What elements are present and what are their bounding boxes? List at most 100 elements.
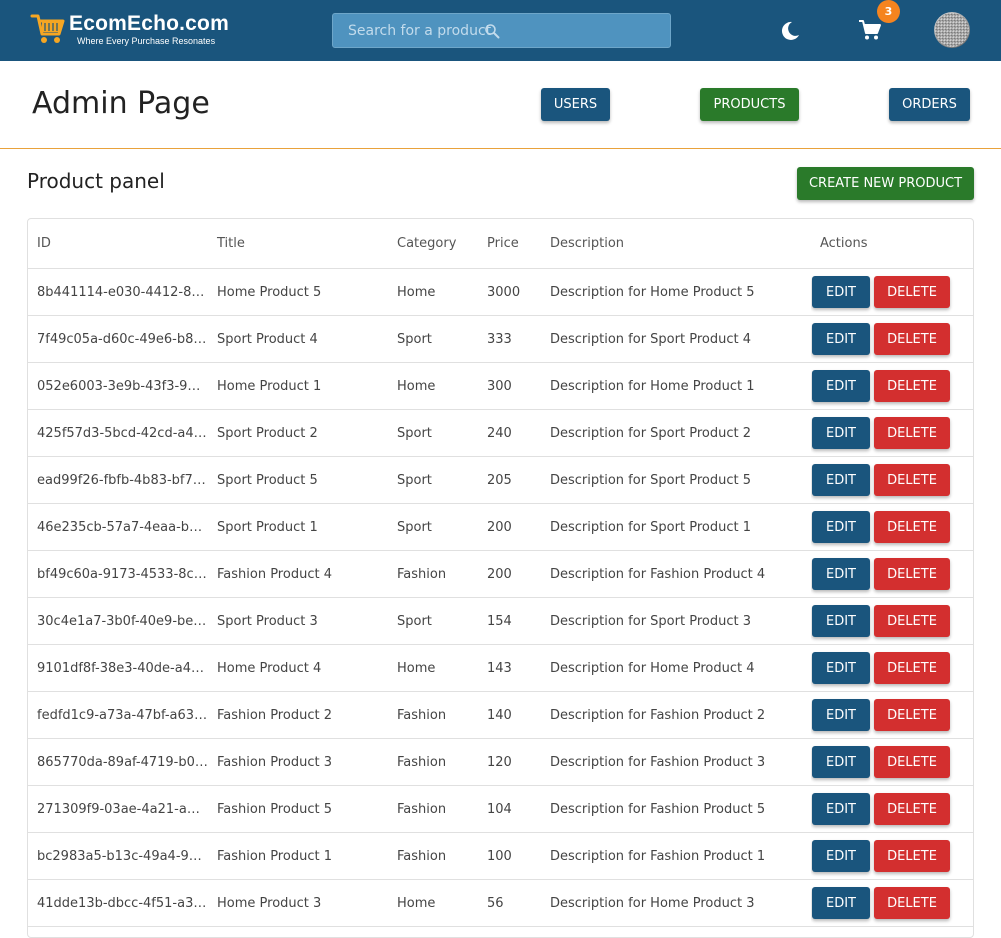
table-row: 425f57d3-5bcd-42cd-a4… Sport Product 2 Spo… [28,409,973,457]
edit-button[interactable]: EDIT [812,746,870,778]
table-row: 271309f9-03ae-4a21-a98… Fashion Product 5… [28,785,973,833]
table-row: 865770da-89af-4719-b00… Fashion Product 3… [28,738,973,786]
product-price-cell: 240 [478,409,541,457]
product-category-cell: Sport [388,409,478,457]
product-description-cell: Description for Home Product 1 [541,362,811,410]
brand-tagline: Where Every Purchase Resonates [77,36,216,46]
row-actions: EDIT DELETE [811,362,973,410]
create-product-button[interactable]: CREATE NEW PRODUCT [797,167,974,200]
row-actions: EDIT DELETE [811,691,973,739]
product-description-cell: Description for Home Product 4 [541,644,811,692]
product-price-cell: 154 [478,597,541,645]
edit-button[interactable]: EDIT [812,605,870,637]
product-price-cell: 205 [478,456,541,504]
product-description-cell: Description for Fashion Product 4 [541,550,811,598]
product-id-cell: 41dde13b-dbcc-4f51-a31c… [28,879,208,927]
delete-button[interactable]: DELETE [874,417,950,449]
orders-button[interactable]: ORDERS [889,88,970,121]
product-category-cell: Fashion [388,832,478,880]
edit-button[interactable]: EDIT [812,511,870,543]
search-box [332,13,671,48]
product-id-cell: 46e235cb-57a7-4eaa-b8c… [28,503,208,551]
product-price-cell: 333 [478,315,541,363]
delete-button[interactable]: DELETE [874,840,950,872]
product-category-cell: Fashion [388,738,478,786]
users-button[interactable]: USERS [541,88,610,121]
delete-button[interactable]: DELETE [874,276,950,308]
row-actions: EDIT DELETE [811,832,973,880]
search-input[interactable] [348,22,498,39]
column-header-title[interactable]: Title [208,219,388,269]
products-button[interactable]: PRODUCTS [700,88,799,121]
product-price-cell: 3000 [478,268,541,316]
table-row: ead99f26-fbfb-4b83-bf7… Sport Product 5 Sp… [28,456,973,504]
product-id-cell: fedfd1c9-a73a-47bf-a635… [28,691,208,739]
delete-button[interactable]: DELETE [874,652,950,684]
cart-icon[interactable] [858,18,882,42]
product-title-cell: Home Product 4 [208,644,388,692]
edit-button[interactable]: EDIT [812,793,870,825]
edit-button[interactable]: EDIT [812,699,870,731]
column-header-id[interactable]: ID [28,219,208,269]
product-description-cell: Description for Home Product 3 [541,879,811,927]
table-row: 9101df8f-38e3-40de-a46… Home Product 4 Hom… [28,644,973,692]
product-category-cell: Home [388,879,478,927]
brand-logo[interactable]: EcomEcho.com Where Every Purchase Resona… [30,10,229,46]
product-category-cell: Home [388,644,478,692]
product-id-cell: bc2983a5-b13c-49a4-9a6… [28,832,208,880]
product-price-cell: 200 [478,503,541,551]
product-price-cell: 143 [478,644,541,692]
delete-button[interactable]: DELETE [874,464,950,496]
column-header-description[interactable]: Description [541,219,811,269]
product-category-cell: Fashion [388,785,478,833]
product-description-cell: Description for Sport Product 4 [541,315,811,363]
delete-button[interactable]: DELETE [874,605,950,637]
delete-button[interactable]: DELETE [874,746,950,778]
edit-button[interactable]: EDIT [812,887,870,919]
column-header-price[interactable]: Price [478,219,541,269]
edit-button[interactable]: EDIT [812,652,870,684]
product-category-cell: Home [388,268,478,316]
delete-button[interactable]: DELETE [874,887,950,919]
avatar[interactable] [934,12,970,48]
delete-button[interactable]: DELETE [874,511,950,543]
product-title-cell: Sport Product 3 [208,597,388,645]
table-row: 46e235cb-57a7-4eaa-b8c… Sport Product 1 Sp… [28,503,973,551]
edit-button[interactable]: EDIT [812,464,870,496]
delete-button[interactable]: DELETE [874,793,950,825]
row-actions: EDIT DELETE [811,503,973,551]
product-title-cell: Fashion Product 1 [208,832,388,880]
product-description-cell: Description for Fashion Product 3 [541,738,811,786]
row-actions: EDIT DELETE [811,644,973,692]
product-id-cell: 425f57d3-5bcd-42cd-a4… [28,409,208,457]
edit-button[interactable]: EDIT [812,370,870,402]
cart-logo-icon [30,14,65,43]
edit-button[interactable]: EDIT [812,323,870,355]
product-title-cell: Sport Product 4 [208,315,388,363]
delete-button[interactable]: DELETE [874,323,950,355]
search-icon[interactable] [484,23,500,39]
product-price-cell: 100 [478,832,541,880]
product-description-cell: Description for Sport Product 2 [541,409,811,457]
delete-button[interactable]: DELETE [874,699,950,731]
products-table: ID Title Category Price Description Acti… [28,219,973,927]
edit-button[interactable]: EDIT [812,558,870,590]
product-price-cell: 56 [478,879,541,927]
row-actions: EDIT DELETE [811,456,973,504]
product-description-cell: Description for Fashion Product 5 [541,785,811,833]
product-category-cell: Sport [388,456,478,504]
delete-button[interactable]: DELETE [874,558,950,590]
table-row: 8b441114-e030-4412-895… Home Product 5 Hom… [28,268,973,316]
row-actions: EDIT DELETE [811,879,973,927]
moon-icon[interactable] [779,20,801,42]
product-description-cell: Description for Sport Product 3 [541,597,811,645]
product-price-cell: 104 [478,785,541,833]
edit-button[interactable]: EDIT [812,840,870,872]
delete-button[interactable]: DELETE [874,370,950,402]
column-header-category[interactable]: Category [388,219,478,269]
product-description-cell: Description for Sport Product 5 [541,456,811,504]
product-id-cell: 8b441114-e030-4412-895… [28,268,208,316]
edit-button[interactable]: EDIT [812,276,870,308]
edit-button[interactable]: EDIT [812,417,870,449]
table-row: 41dde13b-dbcc-4f51-a31c… Home Product 3 Ho… [28,879,973,927]
